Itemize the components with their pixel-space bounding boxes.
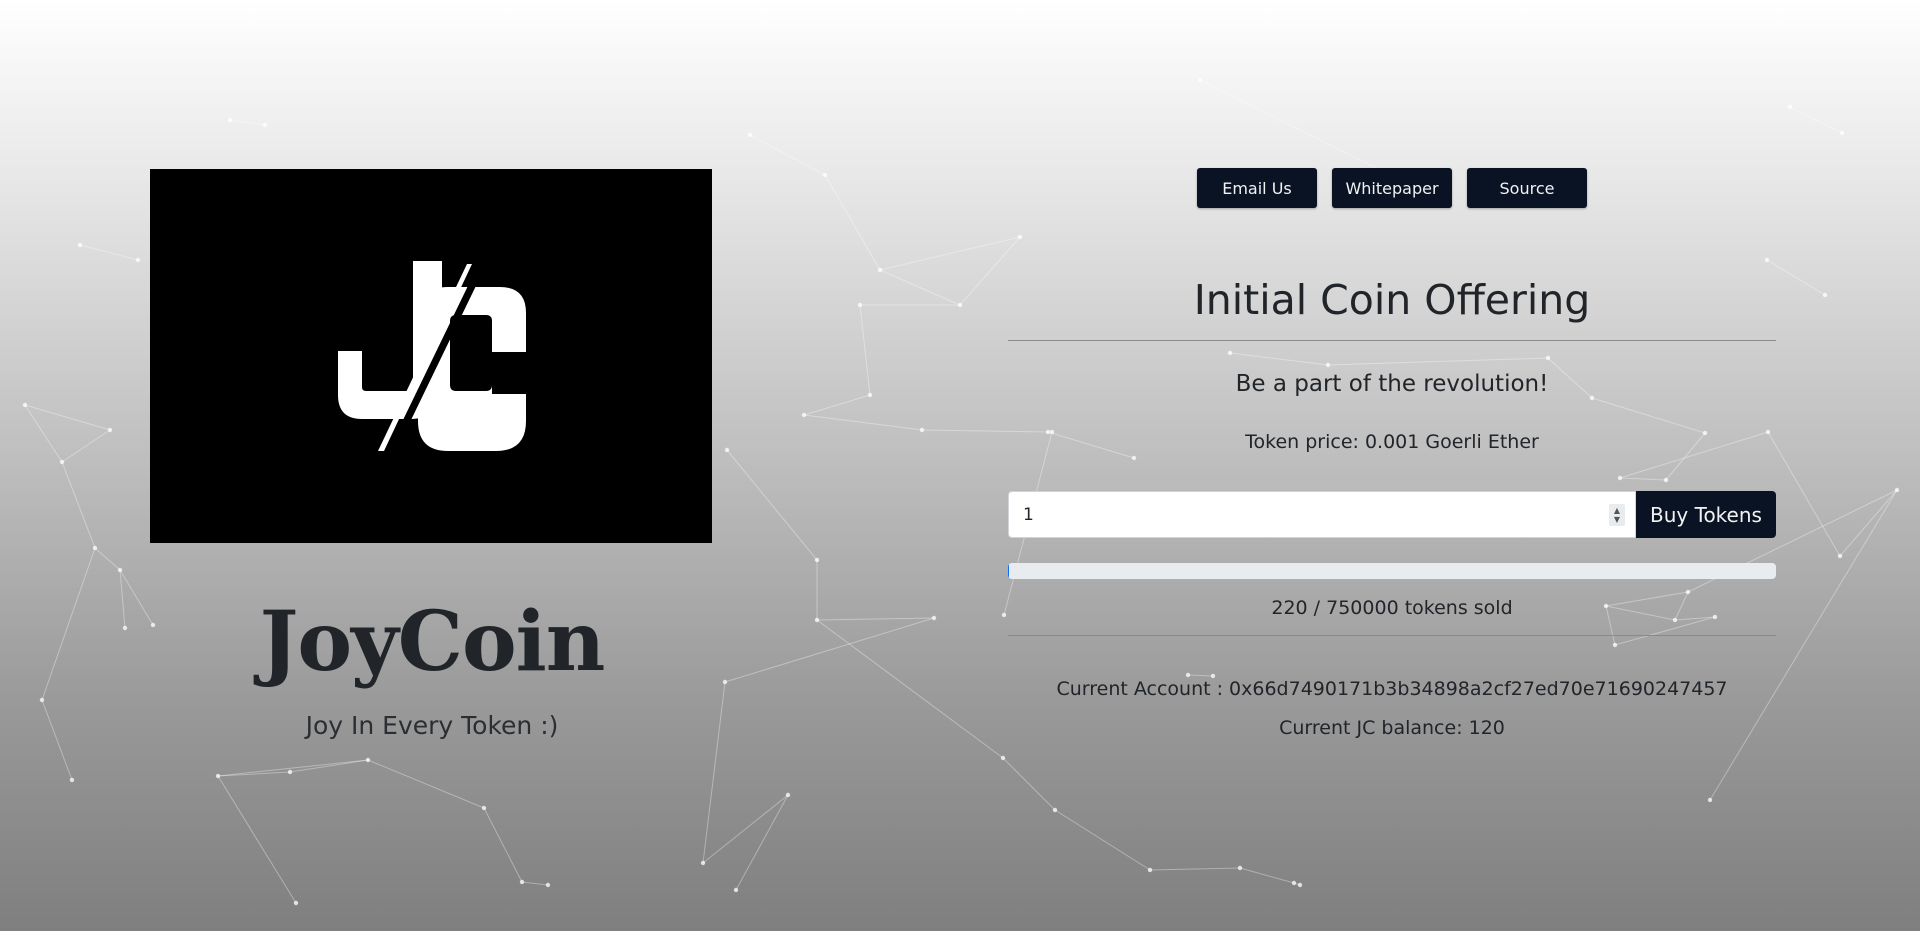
quantity-field: ▲ ▼ [1008,491,1636,538]
token-price: Token price: 0.001 Goerli Ether [1245,431,1539,453]
token-quantity-input[interactable] [1009,492,1635,537]
sold-divider [1008,635,1776,636]
chevron-down-icon[interactable]: ▼ [1614,515,1620,524]
current-balance: Current JC balance: 120 [1279,717,1505,739]
whitepaper-button[interactable]: Whitepaper [1332,168,1452,208]
brand-panel: JoyCoin Joy In Every Token :) [150,169,714,740]
tokens-sold-text: 220 / 750000 tokens sold [1271,597,1513,619]
source-button[interactable]: Source [1467,168,1587,208]
buy-tokens-button[interactable]: Buy Tokens [1636,491,1776,538]
quantity-stepper[interactable]: ▲ ▼ [1609,504,1625,526]
chevron-up-icon[interactable]: ▲ [1614,506,1620,515]
jc-logo-icon [338,261,526,451]
title-divider [1008,340,1776,341]
nav-buttons: Email Us Whitepaper Source [1008,168,1776,208]
buy-form: ▲ ▼ Buy Tokens [1008,491,1776,538]
sale-progress-bar [1008,563,1776,579]
brand-tagline: Joy In Every Token :) [305,711,559,740]
ico-subtitle: Be a part of the revolution! [1235,371,1549,397]
current-account: Current Account : 0x66d7490171b3b34898a2… [1056,678,1728,700]
ico-panel: Email Us Whitepaper Source Initial Coin … [1008,168,1776,739]
ico-title: Initial Coin Offering [1193,276,1591,324]
brand-title: JoyCoin [259,594,606,690]
joycoin-logo [150,169,712,543]
email-us-button[interactable]: Email Us [1197,168,1317,208]
